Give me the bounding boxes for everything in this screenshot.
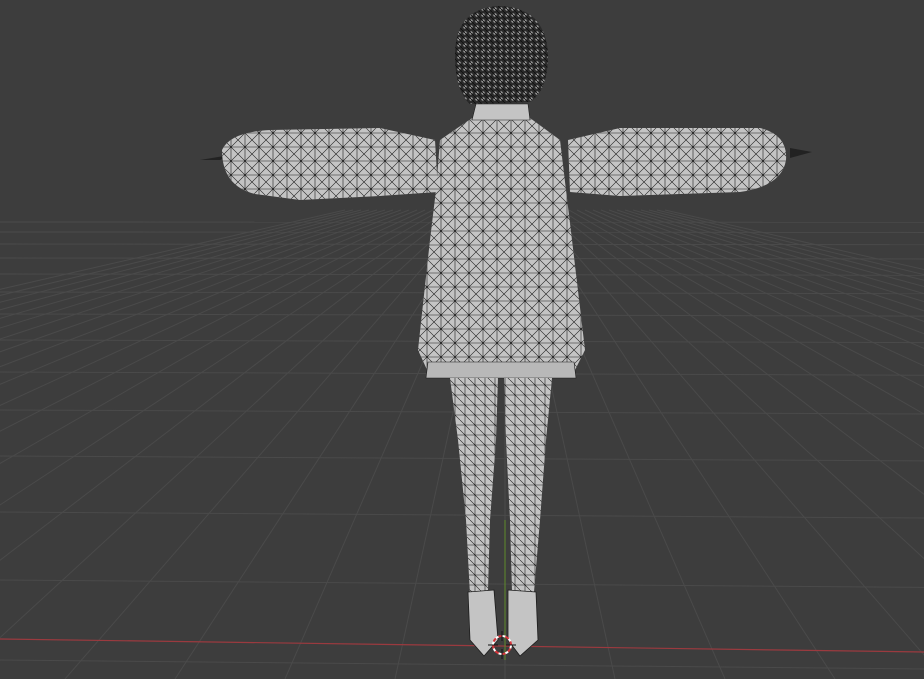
grid-line	[0, 209, 466, 639]
grid-line	[0, 209, 346, 290]
grid-line	[0, 659, 924, 670]
grid-line	[640, 209, 924, 288]
legs	[450, 378, 552, 595]
grid-line	[0, 209, 362, 303]
grid-line	[0, 209, 378, 319]
grid-line	[584, 209, 924, 367]
left-arm	[200, 128, 438, 200]
grid-line	[0, 511, 924, 519]
grid-line	[544, 209, 924, 560]
grid-line	[568, 209, 924, 415]
grid-line	[64, 209, 474, 679]
grid-line	[576, 209, 924, 388]
x-axis-line	[0, 638, 924, 653]
3d-viewport[interactable]	[0, 0, 924, 679]
grid-line	[0, 209, 386, 329]
grid-line	[0, 209, 394, 340]
grid-line	[536, 209, 924, 656]
grid-line	[560, 209, 924, 450]
grid-line	[0, 209, 402, 353]
grid-line	[0, 209, 370, 311]
grid-line	[664, 209, 924, 271]
grid-line	[0, 209, 434, 432]
head-hair	[455, 6, 548, 121]
viewport-canvas[interactable]	[0, 0, 924, 679]
grid-line	[0, 579, 924, 588]
grid-line	[648, 209, 924, 281]
grid-line	[0, 209, 354, 296]
grid-line	[592, 209, 924, 349]
torso	[418, 118, 585, 379]
right-arm	[568, 128, 812, 196]
character-mesh[interactable]	[200, 6, 812, 657]
grid-line	[632, 209, 924, 295]
